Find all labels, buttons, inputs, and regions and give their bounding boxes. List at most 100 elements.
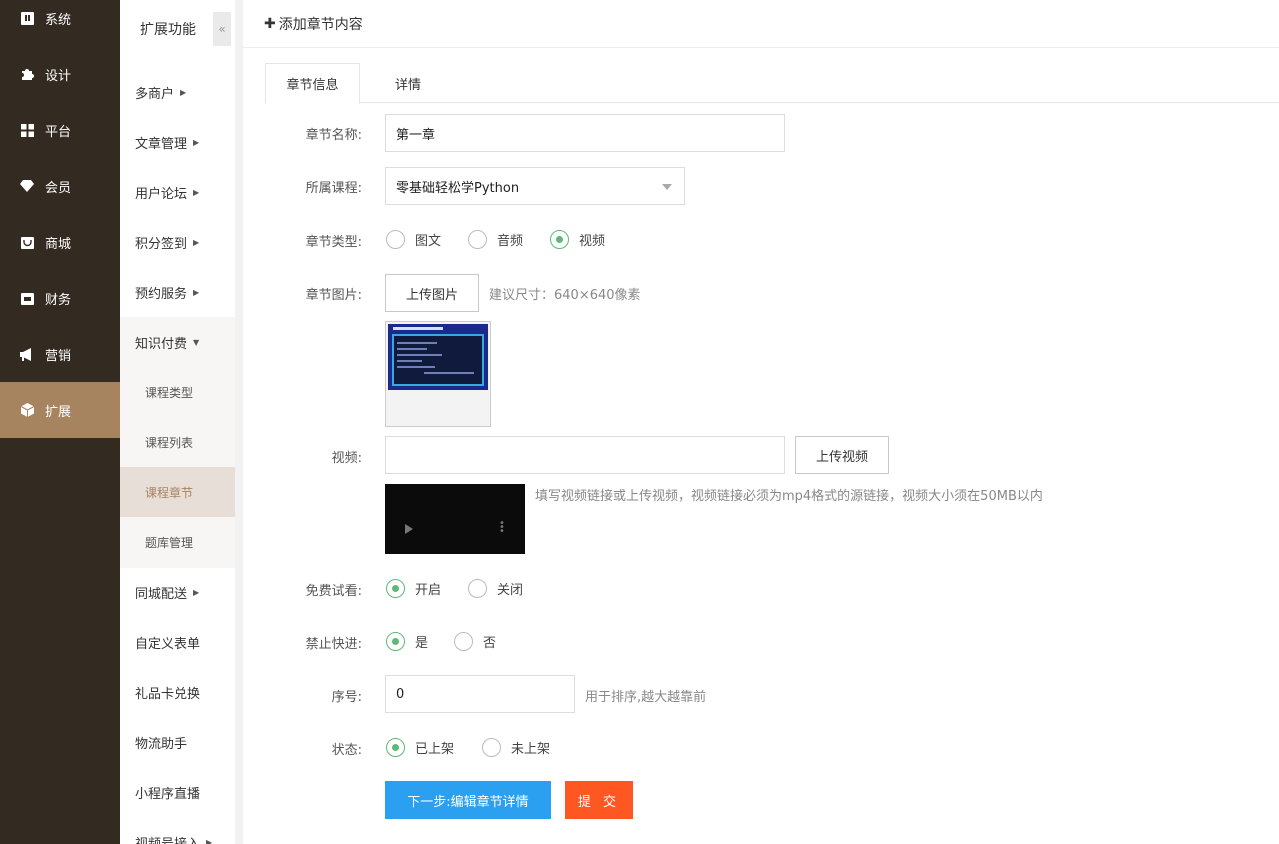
no-fast-forward-label: 禁止快进: — [305, 637, 362, 652]
cube-icon — [20, 403, 34, 417]
sub-nav-item[interactable]: 积分签到 ▶ — [120, 217, 235, 267]
dropdown-arrow-icon — [662, 184, 672, 190]
thumbnail-image — [388, 324, 488, 390]
sub-nav-item[interactable]: 多商户 ▶ — [120, 67, 235, 117]
forward-radio-no[interactable]: 否 — [454, 632, 496, 651]
sub-nav-label: 视频号接入 — [135, 836, 201, 844]
main-nav-label: 营销 — [45, 348, 72, 364]
next-step-button[interactable]: 下一步:编辑章节详情 — [385, 781, 551, 819]
sub-nav-item[interactable]: 预约服务 ▶ — [120, 267, 235, 317]
sub-nav-label: 积分签到 — [135, 236, 188, 252]
sub-nav-label: 礼品卡兑换 — [135, 686, 201, 702]
chapter-name-label: 章节名称: — [305, 128, 362, 143]
main-nav-label: 平台 — [45, 124, 72, 140]
caret-right-icon: ▶ — [180, 87, 187, 97]
system-icon — [20, 11, 34, 25]
radio-label: 开启 — [415, 583, 442, 598]
chapter-image-label: 章节图片: — [305, 288, 362, 303]
collapse-sidebar-button[interactable]: « — [213, 12, 231, 46]
sub-nav-item[interactable]: 礼品卡兑换 — [120, 667, 235, 717]
caret-right-icon: ▶ — [193, 587, 200, 597]
course-select-value: 零基础轻松学Python — [396, 180, 520, 196]
sub-nav-item[interactable]: 小程序直播 — [120, 767, 235, 817]
sub-nav-item[interactable]: 用户论坛 ▶ — [120, 167, 235, 217]
tab-chapter-info[interactable]: 章节信息 — [265, 63, 360, 104]
status-label: 状态: — [331, 743, 362, 758]
radio-circle — [468, 230, 487, 249]
sub-nav-item[interactable]: 视频号接入 ▶ — [120, 817, 235, 844]
sub-nav-item-expanded[interactable]: 知识付费 ▼ — [120, 317, 235, 367]
sub-nav-item[interactable]: 物流助手 — [120, 717, 235, 767]
caret-right-icon: ▶ — [193, 137, 200, 147]
course-select[interactable]: 零基础轻松学Python — [385, 167, 685, 205]
forward-radio-yes[interactable]: 是 — [386, 632, 428, 651]
main-nav-platform[interactable]: 平台 — [0, 102, 120, 158]
puzzle-icon — [20, 67, 34, 81]
sub-nav-child[interactable]: 题库管理 — [120, 517, 235, 567]
sub-nav-label: 知识付费 — [135, 336, 188, 352]
sub-nav-label: 同城配送 — [135, 586, 188, 602]
submit-button[interactable]: 提 交 — [565, 781, 633, 819]
radio-circle — [482, 738, 501, 757]
video-player[interactable]: • • • — [385, 484, 525, 554]
main-nav-marketing[interactable]: 营销 — [0, 326, 120, 382]
page-header: ✚ 添加章节内容 — [243, 0, 1279, 48]
video-url-input[interactable] — [385, 436, 785, 474]
caret-right-icon: ▶ — [193, 237, 200, 247]
sub-nav-child[interactable]: 课程列表 — [120, 417, 235, 467]
tab-details[interactable]: 详情 — [373, 63, 443, 103]
main-nav-extension[interactable]: 扩展 — [0, 382, 120, 438]
free-trial-label: 免费试看: — [305, 584, 362, 599]
chapter-type-label: 章节类型: — [305, 235, 362, 250]
caret-right-icon: ▶ — [206, 837, 213, 844]
app-root: 系统 设计 平台 会员 商城 财务 营销 扩展 扩展功能 « 多商户 ▶ 文章管… — [0, 0, 1279, 844]
status-radio-unlisted[interactable]: 未上架 — [482, 738, 550, 757]
sub-nav-child-active[interactable]: 课程章节 — [120, 467, 235, 517]
sort-input[interactable]: 0 — [385, 675, 575, 713]
chapter-name-input[interactable]: 第一章 — [385, 114, 785, 152]
type-radio-audio[interactable]: 音频 — [468, 230, 523, 249]
sub-nav-label: 物流助手 — [135, 736, 188, 752]
main-nav-member[interactable]: 会员 — [0, 158, 120, 214]
main-nav-system[interactable]: 系统 — [0, 0, 120, 46]
main-nav-shop[interactable]: 商城 — [0, 214, 120, 270]
grid-icon — [20, 123, 34, 137]
play-icon[interactable] — [405, 524, 413, 534]
radio-circle — [550, 230, 569, 249]
radio-circle — [468, 579, 487, 598]
wallet-icon — [20, 291, 34, 305]
sub-nav-child-label: 课程类型 — [145, 385, 194, 400]
sub-nav-label: 预约服务 — [135, 286, 188, 302]
sub-nav-child[interactable]: 课程类型 — [120, 367, 235, 417]
upload-video-button[interactable]: 上传视频 — [795, 436, 889, 474]
radio-label: 关闭 — [497, 583, 524, 598]
type-radio-video[interactable]: 视频 — [550, 230, 605, 249]
main-nav-label: 扩展 — [45, 404, 72, 420]
sub-nav-item[interactable]: 同城配送 ▶ — [120, 567, 235, 617]
chapter-image-preview[interactable] — [385, 321, 491, 427]
megaphone-icon — [20, 347, 34, 361]
status-radio-listed[interactable]: 已上架 — [386, 738, 454, 757]
sort-label: 序号: — [331, 690, 362, 705]
main-nav-finance[interactable]: 财务 — [0, 270, 120, 326]
main-sidebar: 系统 设计 平台 会员 商城 财务 营销 扩展 — [0, 0, 120, 844]
video-hint: 填写视频链接或上传视频，视频链接必须为mp4格式的源链接，视频大小须在50MB以… — [535, 489, 1043, 504]
sub-nav-item[interactable]: 文章管理 ▶ — [120, 117, 235, 167]
course-label: 所属课程: — [305, 181, 362, 196]
sub-nav-label: 小程序直播 — [135, 786, 201, 802]
radio-label: 是 — [415, 636, 429, 651]
plus-icon: ✚ — [264, 15, 276, 32]
main-nav-label: 商城 — [45, 236, 72, 252]
trial-radio-on[interactable]: 开启 — [386, 579, 441, 598]
radio-label: 视频 — [579, 234, 606, 249]
radio-circle — [386, 738, 405, 757]
more-options-icon[interactable]: • • • — [499, 519, 505, 537]
sub-nav-label: 多商户 — [135, 86, 175, 102]
type-radio-text[interactable]: 图文 — [386, 230, 441, 249]
caret-right-icon: ▶ — [193, 187, 200, 197]
upload-image-button[interactable]: 上传图片 — [385, 274, 479, 312]
trial-radio-off[interactable]: 关闭 — [468, 579, 523, 598]
main-nav-design[interactable]: 设计 — [0, 46, 120, 102]
sub-nav-item[interactable]: 自定义表单 — [120, 617, 235, 667]
sub-nav-label: 文章管理 — [135, 136, 188, 152]
